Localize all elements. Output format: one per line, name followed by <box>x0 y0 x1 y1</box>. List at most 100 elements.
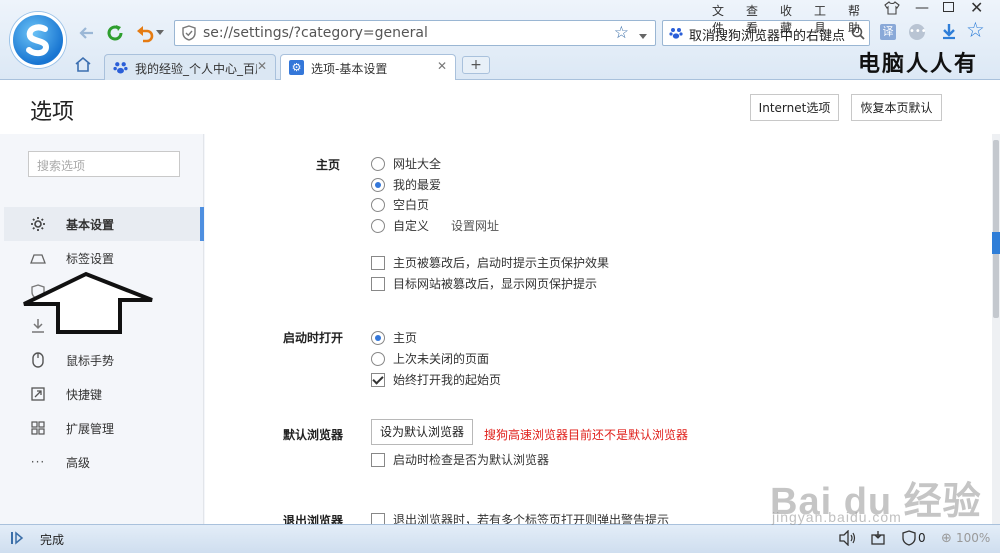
annotation-up-arrow <box>23 271 153 334</box>
download-toolbar-icon[interactable] <box>940 22 958 43</box>
tab-icon <box>30 250 46 266</box>
option-label: 自定义 <box>393 219 430 233</box>
sidebar-item-label: 高级 <box>66 455 91 470</box>
check-default-on-start[interactable]: 启动时检查是否为默认浏览器 <box>371 451 549 468</box>
check-label: 退出浏览器时，若有多个标签页打开则弹出警告提示 <box>393 513 670 524</box>
sidebar-item-advanced[interactable]: ··· 高级 <box>4 445 204 479</box>
chat-icon[interactable]: ••• <box>909 24 927 40</box>
homepage-option-blank[interactable]: 空白页 <box>371 196 429 213</box>
check-label: 主页被篡改后，启动时提示主页保护效果 <box>393 256 610 270</box>
minimize-icon[interactable]: — <box>915 0 929 16</box>
page-header: 选项 Internet选项 恢复本页默认 <box>0 80 1000 134</box>
close-tab-icon[interactable]: ✕ <box>257 59 267 73</box>
maximize-icon[interactable] <box>943 2 954 12</box>
undo-close-icon[interactable] <box>134 22 156 44</box>
settings-content: 主页 网址大全 我的最爱 空白页 自定义 设置网址 主页被篡改后，启动时提示主页… <box>205 134 992 524</box>
sidebar-item-basic[interactable]: 基本设置 <box>4 207 204 241</box>
homepage-option-favorites[interactable]: 我的最爱 <box>371 176 441 193</box>
menu-tools[interactable]: 工具 <box>808 0 840 38</box>
radio-button[interactable] <box>371 218 385 233</box>
startup-option-homepage[interactable]: 主页 <box>371 329 417 346</box>
mouse-icon <box>30 352 46 368</box>
menu-file[interactable]: 文件 <box>706 0 738 38</box>
volume-icon[interactable] <box>838 529 856 549</box>
baidu-paw-icon <box>669 26 683 43</box>
option-label: 我的最爱 <box>393 178 442 192</box>
address-dropdown-icon[interactable] <box>639 29 647 43</box>
checkbox[interactable] <box>371 452 385 467</box>
checkbox[interactable] <box>371 512 385 524</box>
site-tamper-check[interactable]: 目标网站被篡改后，显示网页保护提示 <box>371 275 597 292</box>
scrollbar-thumb[interactable] <box>993 140 999 318</box>
internet-options-button[interactable]: Internet选项 <box>750 94 839 121</box>
undo-dropdown-icon[interactable] <box>154 22 166 44</box>
status-bar: 完成 0 ⊕ 100% <box>0 524 1000 553</box>
radio-button[interactable] <box>371 330 385 345</box>
option-label: 上次未关闭的页面 <box>393 352 490 366</box>
tab-label: 选项-基本设置 <box>311 62 388 76</box>
default-browser-label: 默认浏览器 <box>283 428 344 442</box>
startup-option-last-session[interactable]: 上次未关闭的页面 <box>371 350 489 367</box>
set-default-browser-button[interactable]: 设为默认浏览器 <box>371 419 473 445</box>
translate-icon[interactable]: 译 <box>880 24 896 40</box>
more-icon: ··· <box>30 455 46 469</box>
settings-tab-icon: ⚙ <box>289 60 304 75</box>
favorites-star-icon[interactable]: ☆ <box>966 18 985 42</box>
home-icon[interactable] <box>74 56 92 75</box>
checkbox[interactable] <box>371 372 385 387</box>
option-label: 空白页 <box>393 198 430 212</box>
back-icon[interactable] <box>76 22 98 44</box>
new-tab-button[interactable]: + <box>462 56 490 74</box>
adblock-icon[interactable] <box>902 530 916 549</box>
close-tab-icon[interactable]: ✕ <box>437 59 447 73</box>
address-url: se://settings/?category=general <box>203 25 428 41</box>
exit-warning-check[interactable]: 退出浏览器时，若有多个标签页打开则弹出警告提示 <box>371 511 669 524</box>
radio-button[interactable] <box>371 177 385 192</box>
checkbox[interactable] <box>371 276 385 291</box>
sogou-logo-icon[interactable] <box>10 12 66 68</box>
sidebar-item-label: 鼠标手势 <box>66 353 115 368</box>
sidebar-item-label: 标签设置 <box>66 251 115 266</box>
exit-browser-label: 退出浏览器 <box>283 514 344 524</box>
sidebar-item-extensions[interactable]: 扩展管理 <box>4 411 204 445</box>
close-window-icon[interactable]: ✕ <box>970 0 983 17</box>
search-options-input[interactable]: 搜索选项 <box>28 151 180 177</box>
checkbox[interactable] <box>371 255 385 270</box>
radio-button[interactable] <box>371 351 385 366</box>
startup-start-page-check[interactable]: 始终打开我的起始页 <box>371 371 501 388</box>
status-text: 完成 <box>40 533 65 547</box>
radio-button[interactable] <box>371 197 385 212</box>
sidebar-item-mouse-gesture[interactable]: 鼠标手势 <box>4 343 204 377</box>
menu-favorites[interactable]: 收藏 <box>774 0 806 38</box>
homepage-option-custom[interactable]: 自定义 设置网址 <box>371 217 499 234</box>
sidebar-item-label: 基本设置 <box>66 217 115 232</box>
sidebar-item-shortcuts[interactable]: 快捷键 <box>4 377 204 411</box>
tab-my-experience[interactable]: 我的经验_个人中心_百度 ✕ <box>104 54 276 80</box>
address-bar[interactable]: se://settings/?category=general ☆ <box>174 20 656 46</box>
sidebar-item-label: 扩展管理 <box>66 421 115 436</box>
menu-help[interactable]: 帮助 <box>842 0 874 38</box>
restore-defaults-button[interactable]: 恢复本页默认 <box>851 94 942 121</box>
shortcut-icon <box>30 386 46 402</box>
zoom-icon[interactable]: ⊕ <box>941 531 952 546</box>
scrollbar[interactable] <box>992 134 1000 524</box>
watermark-top-text: 电脑人人有 <box>858 51 979 77</box>
check-label: 始终打开我的起始页 <box>393 373 502 387</box>
homepage-label: 主页 <box>316 158 341 172</box>
sidebar-toggle-icon[interactable] <box>10 531 24 548</box>
homepage-tamper-check[interactable]: 主页被篡改后，启动时提示主页保护效果 <box>371 254 609 271</box>
homepage-option-url-directory[interactable]: 网址大全 <box>371 155 441 172</box>
skin-icon[interactable] <box>884 1 900 18</box>
sidebar-item-label: 快捷键 <box>66 387 103 402</box>
refresh-icon[interactable] <box>104 22 126 44</box>
secure-shield-icon <box>181 25 197 44</box>
screenshot-icon[interactable] <box>870 530 886 549</box>
favorite-star-icon[interactable]: ☆ <box>614 23 629 43</box>
browser-chrome: se://settings/?category=general ☆ 取消搜狗浏览… <box>0 0 1000 80</box>
grid-icon <box>30 420 46 436</box>
radio-button[interactable] <box>371 156 385 171</box>
zoom-level[interactable]: 100% <box>956 531 990 545</box>
menu-view[interactable]: 查看 <box>740 0 772 38</box>
set-url-link[interactable]: 设置网址 <box>451 217 499 234</box>
tab-options[interactable]: ⚙ 选项-基本设置 ✕ <box>280 54 456 80</box>
